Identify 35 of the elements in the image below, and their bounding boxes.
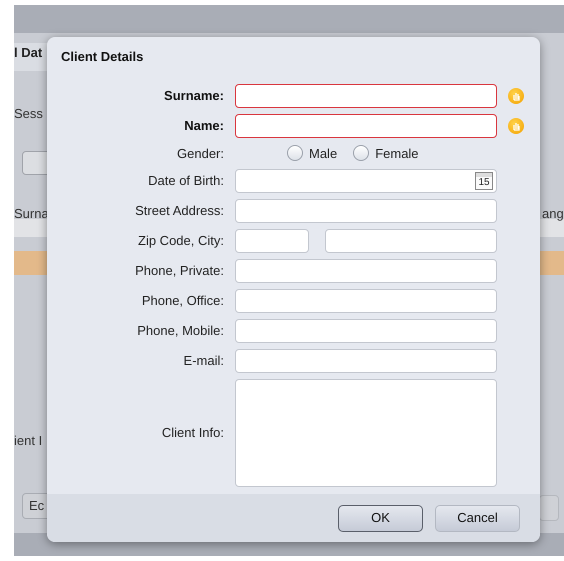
field-label: Gender: [177, 144, 224, 162]
field-label: Zip Code, City: [138, 232, 224, 250]
zip-field[interactable] [235, 229, 309, 253]
session-label: Sess [14, 105, 43, 123]
column-header: Surna [14, 205, 49, 223]
field-label: Phone, Mobile: [137, 322, 224, 340]
field-label: Street Address: [135, 202, 224, 220]
field-label: Surname: [164, 86, 224, 105]
cancel-button[interactable]: Cancel [435, 504, 520, 532]
input-field[interactable] [235, 114, 497, 138]
radio-option[interactable]: Male [287, 144, 338, 163]
input-field[interactable] [235, 289, 497, 313]
input-field[interactable] [235, 349, 497, 373]
field-label: E-mail: [184, 352, 224, 370]
warning-icon [508, 118, 524, 134]
field-label: Phone, Private: [135, 262, 224, 280]
warning-icon [508, 88, 524, 104]
date-field[interactable]: 15 [235, 169, 497, 193]
city-field[interactable] [325, 229, 497, 253]
field-label: Date of Birth: [148, 172, 224, 190]
field-label: Name: [184, 116, 224, 135]
calendar-button[interactable]: 15 [475, 172, 493, 190]
ok-button[interactable]: OK [338, 504, 423, 532]
field-label: Phone, Office: [142, 292, 224, 310]
input-field[interactable] [235, 84, 497, 108]
input-field[interactable] [235, 199, 497, 223]
column-header: ang [542, 205, 564, 223]
dialog-title: Client Details [61, 48, 144, 66]
field-label: Client Info: [162, 424, 224, 442]
window-title: l Dat [14, 44, 42, 62]
text-area[interactable] [235, 379, 497, 487]
radio-option[interactable]: Female [353, 144, 419, 163]
section-label: ient I [14, 432, 42, 450]
input-field[interactable] [235, 319, 497, 343]
input-field[interactable] [235, 259, 497, 283]
